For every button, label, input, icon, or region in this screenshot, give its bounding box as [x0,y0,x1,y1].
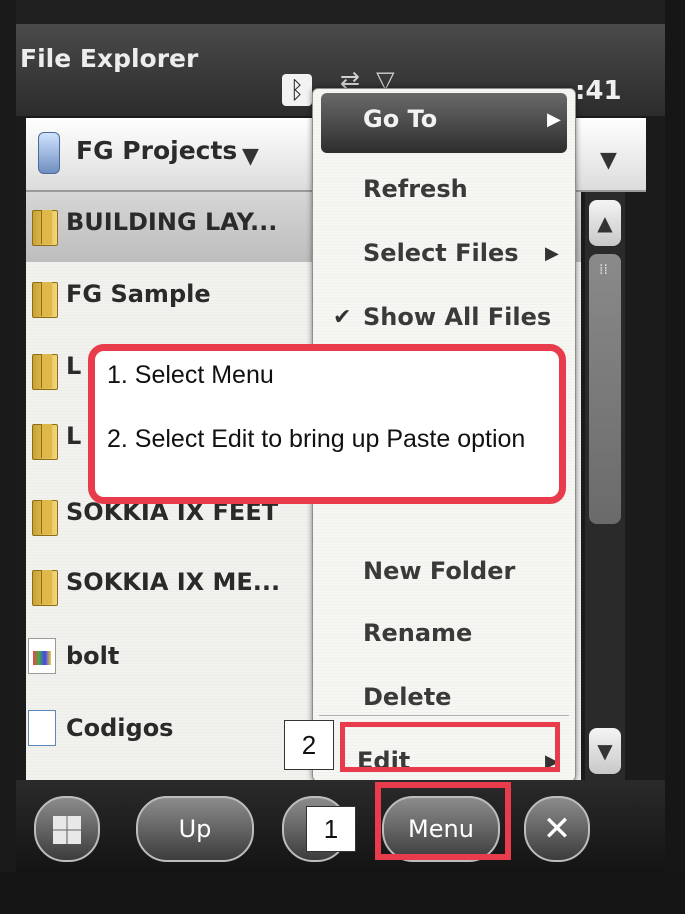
file-name: L [66,352,82,380]
menu-divider [319,715,569,716]
folder-icon [32,500,58,536]
scrollbar[interactable]: ▲ ⁞⁞ ▼ [585,192,625,780]
edit-highlight-box [340,722,560,772]
menu-item-label: Rename [363,619,473,647]
device-bezel-bottom [0,872,685,914]
device-bezel-right [665,0,685,914]
menu-item-new-folder[interactable]: New Folder [313,545,575,605]
device-bezel-top [0,0,685,24]
menu-item-show-all-files[interactable]: ✔ Show All Files [313,291,575,351]
close-button[interactable]: ✕ [524,796,590,862]
start-button[interactable] [34,796,100,862]
current-folder-name: FG Projects [76,136,238,165]
file-name: FG Sample [66,280,211,308]
step-2-label: 2 [284,720,334,770]
file-name: bolt [66,642,120,670]
scroll-up-icon[interactable]: ▲ [589,200,621,246]
folder-icon [32,424,58,460]
menu-item-go-to[interactable]: Go To ▶ [321,93,567,153]
chevron-right-icon: ▶ [545,243,559,264]
up-button[interactable]: Up [136,796,254,862]
check-icon: ✔ [333,305,352,330]
image-file-icon [28,638,56,674]
folder-icon [32,570,58,606]
device-bezel-left [0,0,16,914]
bluetooth-icon[interactable]: ᛒ [282,74,312,106]
menu-item-label: Go To [363,105,438,133]
file-name: SOKKIA IX ME... [66,568,281,596]
clock: :41 [575,76,622,106]
file-name: L [66,422,82,450]
folder-icon [32,210,58,246]
app-title: File Explorer [20,44,199,73]
menu-item-refresh[interactable]: Refresh [313,163,575,223]
instruction-callout: 1. Select Menu 2. Select Edit to bring u… [88,344,566,504]
menu-item-label: Delete [363,683,452,711]
folder-icon [32,354,58,390]
menu-highlight-box [375,782,511,860]
chevron-right-icon: ▶ [547,109,561,130]
instruction-text: 1. Select Menu 2. Select Edit to bring u… [107,361,526,453]
file-name: Codigos [66,714,174,742]
menu-item-label: New Folder [363,557,516,585]
chevron-down-icon[interactable]: ▼ [242,144,259,169]
windows-logo-icon [53,816,81,844]
folder-icon [32,282,58,318]
step-1-label: 1 [306,806,356,852]
document-file-icon [28,710,56,746]
menu-item-select-files[interactable]: Select Files ▶ [313,227,575,287]
menu-item-label: Select Files [363,239,519,267]
file-name: BUILDING LAY... [66,208,278,236]
sort-chevron-down-icon[interactable]: ▼ [600,148,617,173]
menu-item-rename[interactable]: Rename [313,607,575,667]
menu-item-label: Refresh [363,175,468,203]
grip-icon: ⁞⁞ [599,262,608,278]
scroll-down-icon[interactable]: ▼ [589,728,621,774]
device-icon [38,132,60,174]
scroll-thumb[interactable] [589,254,621,524]
menu-item-label: Show All Files [363,303,552,331]
